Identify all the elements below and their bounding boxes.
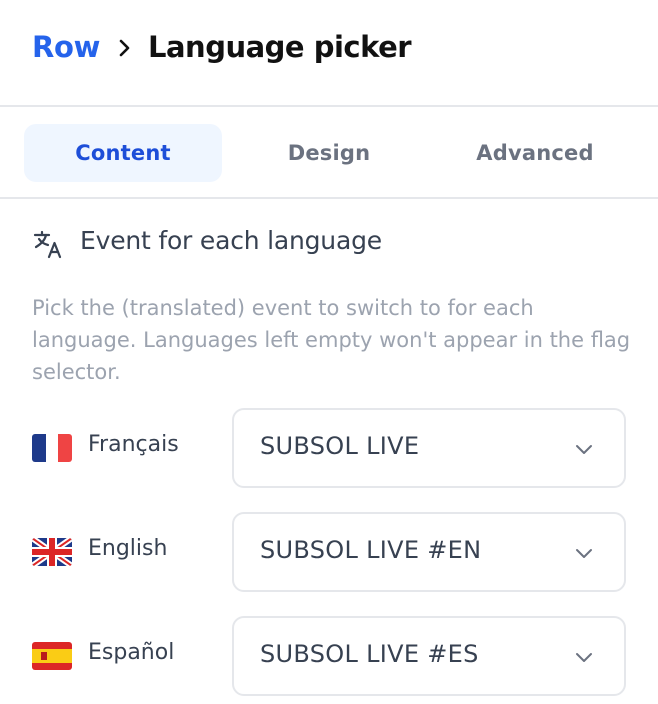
page-title: Language picker [148,30,412,64]
select-value: SUBSOL LIVE [260,432,420,460]
tab-design[interactable]: Design [230,124,428,182]
chevron-down-icon [576,549,592,558]
section-description: Pick the (translated) event to switch to… [32,296,631,384]
translate-icon [33,230,62,259]
language-row-spanish: Español SUBSOL LIVE #ES [0,616,658,696]
panel-header: Row Language picker [0,0,658,107]
tab-bar: Content Design Advanced [0,107,658,199]
spain-flag-icon [32,642,72,670]
chevron-down-icon [576,653,592,662]
breadcrumb-root-link[interactable]: Row [32,30,100,64]
chevron-right-icon [119,39,130,57]
event-select-english[interactable]: SUBSOL LIVE #EN [232,512,626,592]
event-select-spanish[interactable]: SUBSOL LIVE #ES [232,616,626,696]
tab-content[interactable]: Content [24,124,222,182]
france-flag-icon [32,434,72,462]
section-title: Event for each language [80,226,382,255]
uk-flag-icon [32,538,72,566]
language-label: Français [88,432,179,457]
language-label: Español [88,640,175,665]
language-row-french: Français SUBSOL LIVE [0,408,658,488]
event-select-french[interactable]: SUBSOL LIVE [232,408,626,488]
select-value: SUBSOL LIVE #EN [260,536,482,564]
language-row-english: English SUBSOL LIVE #EN [0,512,658,592]
select-value: SUBSOL LIVE #ES [260,640,479,668]
chevron-down-icon [576,445,592,454]
tab-advanced[interactable]: Advanced [436,124,634,182]
language-label: English [88,536,168,561]
